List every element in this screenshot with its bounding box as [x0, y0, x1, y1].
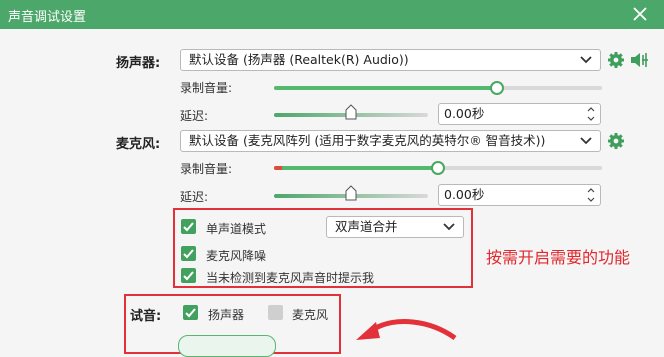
gear-icon[interactable] [607, 51, 625, 69]
title-bar: 声音调试设置 [0, 0, 664, 29]
mono-mode-label: 单声道模式 [206, 222, 267, 236]
window-title: 声音调试设置 [8, 10, 87, 25]
speaker-label: 扬声器: [116, 56, 161, 71]
mic-volume-fill [274, 166, 438, 170]
spin-arrows-icon[interactable] [586, 186, 596, 204]
noise-reduction-label: 麦克风降噪 [206, 249, 267, 263]
mic-volume-knob[interactable] [431, 161, 445, 175]
mono-mode-select[interactable]: 双声道合并 [326, 216, 464, 238]
check-icon [183, 249, 194, 259]
notify-checkbox[interactable] [181, 268, 196, 283]
mic-device-select[interactable]: 默认设备 (麦克风阵列 (适用于数字麦克风的英特尔® 智音技术)) [180, 130, 601, 152]
annotation-arrow [356, 319, 457, 341]
mic-delay-pointer[interactable] [345, 185, 357, 201]
chevron-down-icon [443, 223, 455, 231]
speaker-delay-input[interactable]: 0.00秒 [438, 103, 601, 125]
mono-mode-select-value: 双声道合并 [335, 219, 398, 234]
test-label: 试音: [130, 309, 162, 324]
chevron-down-icon [580, 56, 592, 64]
test-speaker-checkbox[interactable] [183, 305, 198, 320]
check-icon [183, 222, 194, 232]
test-speaker-label: 扬声器 [208, 308, 245, 322]
mic-label: 麦克风: [116, 137, 161, 152]
speaker-device-value: 默认设备 (扬声器 (Realtek(R) Audio)) [189, 52, 409, 67]
speaker-test-icon[interactable] [630, 51, 650, 69]
check-icon [185, 308, 196, 318]
speaker-delay-label: 延迟: [180, 109, 209, 123]
noise-reduction-checkbox[interactable] [181, 246, 196, 261]
test-mic-label: 麦克风 [292, 308, 329, 322]
speaker-volume-fill [274, 86, 498, 90]
test-button[interactable] [178, 335, 276, 357]
mic-volume-label: 录制音量: [180, 162, 233, 176]
speaker-device-select[interactable]: 默认设备 (扬声器 (Realtek(R) Audio)) [180, 49, 601, 71]
test-mic-checkbox[interactable] [268, 305, 283, 320]
mono-mode-checkbox[interactable] [181, 219, 196, 234]
spin-arrows-icon[interactable] [586, 105, 596, 123]
speaker-volume-label: 录制音量: [180, 81, 233, 95]
annotation-text: 按需开启需要的功能 [486, 248, 631, 267]
mic-volume-slider[interactable] [274, 161, 602, 175]
chevron-down-icon [580, 137, 592, 145]
speaker-volume-slider[interactable] [274, 81, 602, 95]
mic-delay-value: 0.00秒 [444, 187, 485, 202]
close-icon[interactable] [630, 4, 650, 24]
mic-device-value: 默认设备 (麦克风阵列 (适用于数字麦克风的英特尔® 智音技术)) [189, 133, 546, 148]
mic-delay-input[interactable]: 0.00秒 [438, 184, 601, 206]
mic-delay-label: 延迟: [180, 190, 209, 204]
check-icon [183, 271, 194, 281]
mic-level-indicator [274, 166, 282, 170]
mic-delay-slider[interactable] [274, 185, 428, 201]
notify-label: 当未检测到麦克风声音时提示我 [206, 271, 375, 285]
speaker-delay-value: 0.00秒 [444, 106, 485, 121]
speaker-delay-pointer[interactable] [345, 104, 357, 120]
speaker-volume-knob[interactable] [490, 81, 505, 95]
gear-icon[interactable] [607, 132, 625, 150]
speaker-delay-slider[interactable] [274, 104, 428, 120]
